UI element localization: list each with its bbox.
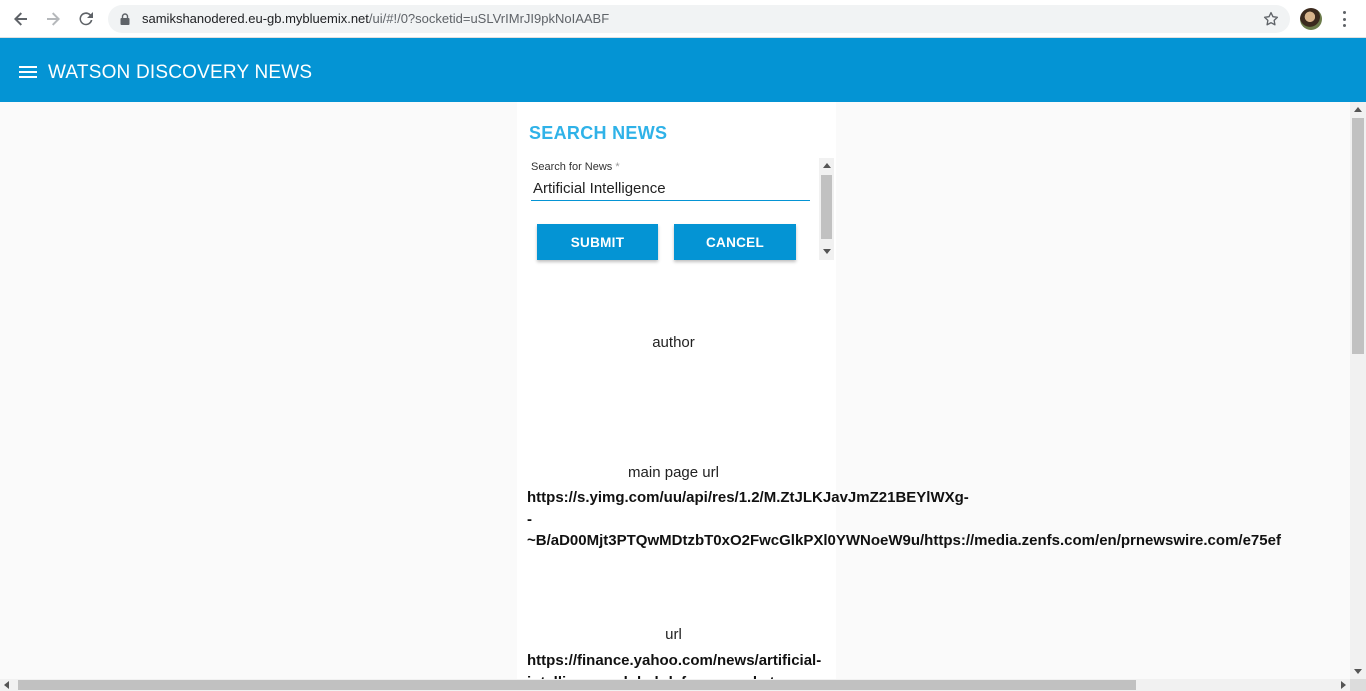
url-label: url bbox=[665, 626, 682, 643]
page-scroll-right-icon[interactable] bbox=[1341, 681, 1346, 689]
main-page-url-line: https://s.yimg.com/uu/api/res/1.2/M.ZtJL… bbox=[527, 489, 969, 506]
search-card: SEARCH NEWS Search for News * SUBMIT CAN… bbox=[517, 102, 1281, 679]
url-path: /ui/#!/0?socketid=uSLVrIMrJI9pkNoIAABF bbox=[368, 11, 610, 26]
hamburger-menu-icon[interactable] bbox=[19, 66, 37, 78]
star-icon[interactable] bbox=[1262, 10, 1280, 28]
url-value: https://finance.yahoo.com/news/artificia… bbox=[527, 650, 821, 679]
address-bar[interactable]: samikshanodered.eu-gb.mybluemix.net/ui/#… bbox=[108, 5, 1290, 33]
form-scrollbar[interactable] bbox=[819, 158, 834, 260]
kebab-menu-icon[interactable] bbox=[1336, 9, 1352, 29]
page-vertical-scroll-thumb[interactable] bbox=[1352, 118, 1364, 354]
url-host: samikshanodered.eu-gb.mybluemix.net bbox=[142, 11, 369, 26]
search-input[interactable] bbox=[531, 177, 810, 201]
search-field-label: Search for News * bbox=[531, 161, 620, 173]
reload-button[interactable] bbox=[74, 7, 98, 31]
submit-button[interactable]: SUBMIT bbox=[537, 224, 658, 260]
required-marker: * bbox=[615, 161, 620, 173]
page-horizontal-scroll-thumb[interactable] bbox=[18, 680, 1136, 690]
arrow-right-icon bbox=[47, 12, 60, 26]
search-field-label-text: Search for News bbox=[531, 161, 613, 173]
arrow-left-icon bbox=[14, 12, 27, 26]
main-page-url-label: main page url bbox=[628, 464, 719, 481]
page-scroll-left-icon[interactable] bbox=[4, 681, 9, 689]
page-vertical-scrollbar[interactable] bbox=[1350, 102, 1366, 679]
url-text: samikshanodered.eu-gb.mybluemix.net/ui/#… bbox=[142, 11, 609, 26]
page-scroll-down-icon[interactable] bbox=[1354, 669, 1362, 674]
url-line: intelligence-global-defense-market bbox=[527, 672, 821, 680]
lock-icon bbox=[120, 13, 130, 25]
main-page-url-line: - bbox=[527, 510, 532, 528]
browser-toolbar: samikshanodered.eu-gb.mybluemix.net/ui/#… bbox=[0, 0, 1366, 38]
scroll-down-arrow-icon[interactable] bbox=[823, 249, 831, 254]
reload-icon bbox=[79, 12, 93, 26]
app-title: WATSON DISCOVERY NEWS bbox=[48, 62, 313, 83]
app-header: WATSON DISCOVERY NEWS bbox=[0, 38, 1366, 102]
scrollbar-corner bbox=[1350, 679, 1366, 691]
search-form: Search for News * SUBMIT CANCEL bbox=[517, 158, 836, 260]
profile-avatar[interactable] bbox=[1300, 8, 1322, 30]
main-page-url-value: https://s.yimg.com/uu/api/res/1.2/M.ZtJL… bbox=[527, 487, 1281, 552]
cancel-button[interactable]: CANCEL bbox=[674, 224, 796, 260]
search-heading: SEARCH NEWS bbox=[529, 123, 668, 143]
main-content: SEARCH NEWS Search for News * SUBMIT CAN… bbox=[0, 102, 1350, 679]
page-horizontal-scrollbar[interactable] bbox=[0, 679, 1350, 691]
author-label: author bbox=[652, 334, 695, 351]
scroll-up-arrow-icon[interactable] bbox=[823, 163, 831, 168]
main-page-url-line: ~B/aD00Mjt3PTQwMDtzbT0xO2FwcGlkPXl0YWNoe… bbox=[527, 532, 1281, 549]
url-line: https://finance.yahoo.com/news/artificia… bbox=[527, 652, 822, 669]
back-button[interactable] bbox=[9, 7, 33, 31]
page-scroll-up-icon[interactable] bbox=[1354, 107, 1362, 112]
forward-button[interactable] bbox=[41, 7, 65, 31]
scroll-thumb[interactable] bbox=[821, 175, 832, 239]
